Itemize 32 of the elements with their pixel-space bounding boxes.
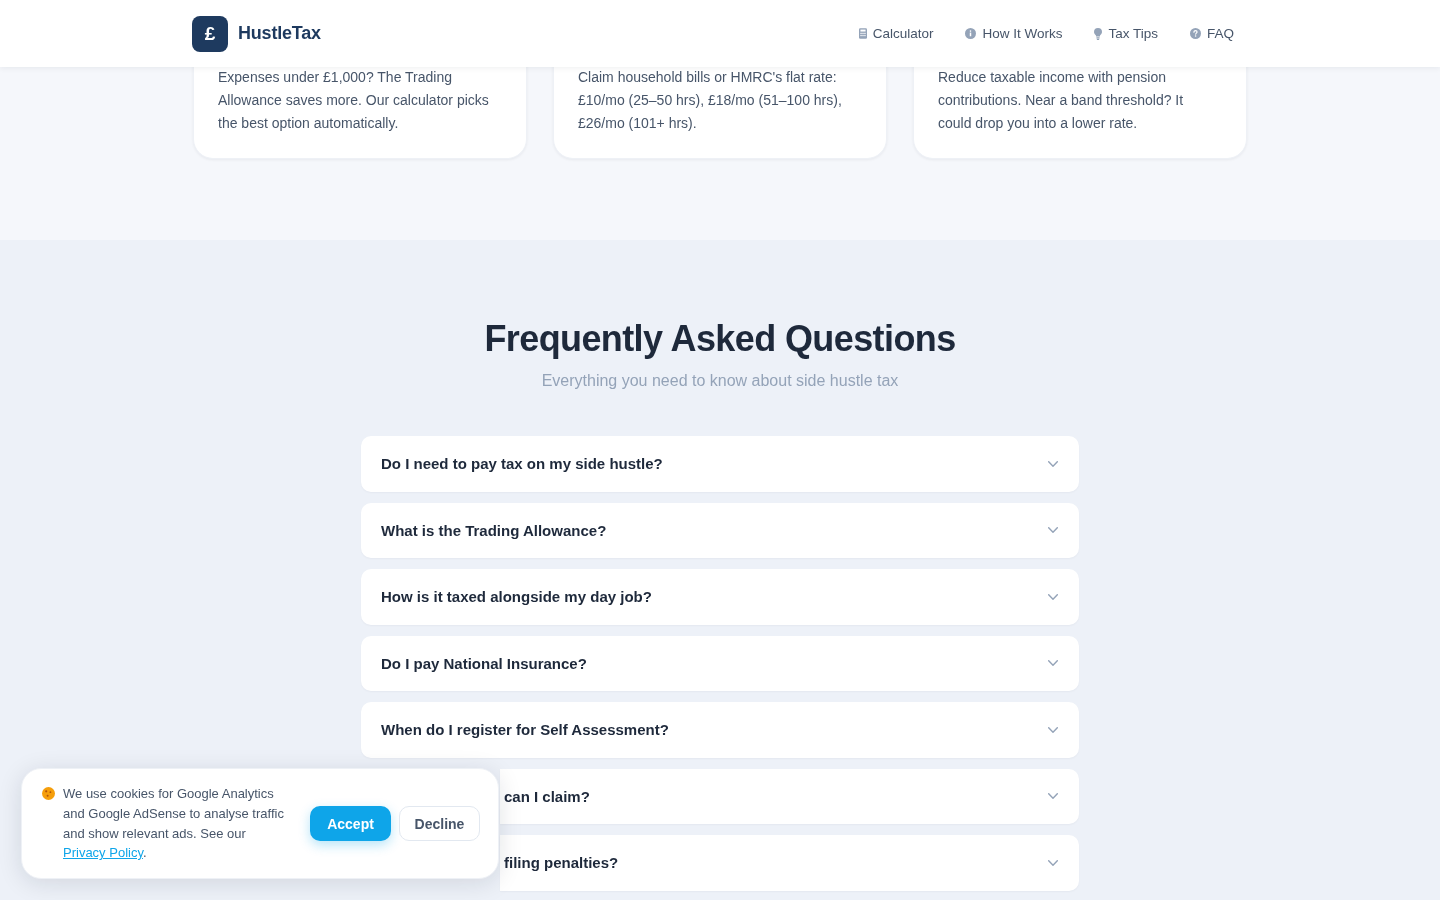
faq-question: Do I need to pay tax on my side hustle? (381, 455, 663, 473)
lightbulb-icon (1094, 27, 1103, 40)
faq-question: How is it taxed alongside my day job? (381, 588, 652, 606)
tip-text: Reduce taxable income with pension contributions. Near a band threshold? It could drop you into a lower rate. (938, 68, 1185, 133)
faq-item[interactable]: Do I need to pay tax on my side hustle? (361, 436, 1079, 492)
cookie-notice-text: We use cookies for Google Analytics and Google AdSense to analyse traffic and show relevant ads. See our Privacy Policy. (63, 785, 285, 863)
help-icon (1190, 28, 1201, 39)
nav-link[interactable]: Tax Tips (1080, 20, 1172, 47)
decline-button[interactable]: Decline (399, 806, 480, 841)
section-heading: Frequently Asked Questions (483, 317, 957, 361)
faq-item[interactable]: Do I pay National Insurance? (361, 635, 1079, 691)
faq-item[interactable]: What is the Trading Allowance? (361, 502, 1079, 558)
nav-link[interactable]: FAQ (1176, 20, 1248, 47)
faq-question: Do I pay National Insurance? (381, 654, 587, 672)
section-subtitle: Everything you need to know about side hustle tax (540, 371, 900, 391)
faq-question: can I claim? (504, 787, 590, 805)
tip-text: Expenses under £1,000? The Trading Allowance saves more. Our calculator picks the best option automatically. (218, 68, 490, 133)
info-icon (965, 28, 977, 39)
calculator-icon (858, 28, 867, 39)
faq-item[interactable]: filing penalties? (500, 835, 1079, 891)
tip-text: Claim household bills or HMRC's flat rate: £10/mo (25–50 hrs), £18/mo (51–100 hrs), £26/mo (101+ hrs). (578, 68, 843, 133)
faq-item[interactable]: can I claim? (500, 768, 1079, 824)
faq-question: filing penalties? (504, 854, 619, 872)
cookie-icon (42, 787, 55, 801)
nav-link[interactable]: Calculator (844, 20, 948, 47)
faq-question: What is the Trading Allowance? (381, 521, 607, 539)
nav-link[interactable]: How It Works (951, 20, 1077, 47)
logo-mark[interactable]: £ (192, 15, 228, 52)
faq-question: When do I register for Self Assessment? (381, 721, 669, 739)
faq-item[interactable]: When do I register for Self Assessment? (361, 702, 1079, 758)
faq-item[interactable]: How is it taxed alongside my day job? (361, 569, 1079, 625)
site-name[interactable]: HustleTax (238, 23, 321, 44)
